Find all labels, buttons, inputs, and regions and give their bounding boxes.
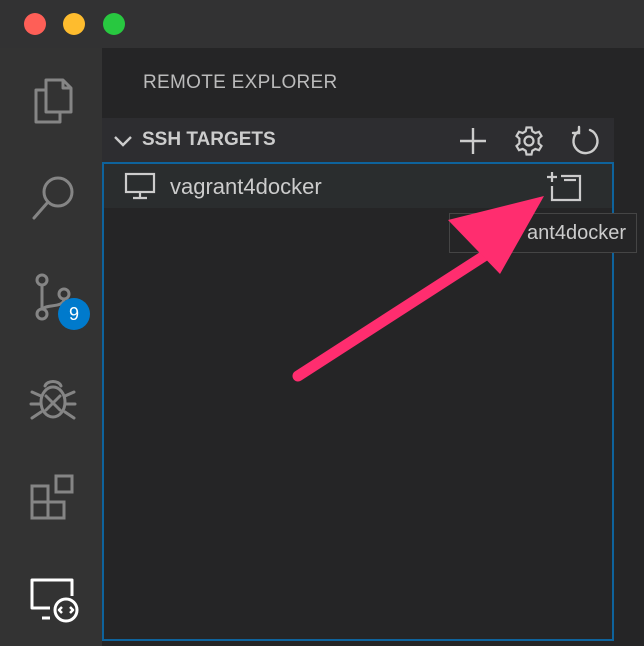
ssh-target-label: vagrant4docker bbox=[170, 174, 322, 199]
files-icon[interactable] bbox=[26, 72, 80, 126]
sidebar: REMOTE EXPLORER SSH TARGETS vagrant4dock… bbox=[102, 48, 644, 646]
maximize-window-button[interactable] bbox=[103, 13, 125, 35]
monitor-icon bbox=[124, 172, 156, 200]
title-bar bbox=[0, 0, 644, 48]
section-label: SSH TARGETS bbox=[142, 129, 276, 150]
bug-icon[interactable] bbox=[26, 372, 80, 426]
gear-icon[interactable] bbox=[512, 124, 546, 158]
minimize-window-button[interactable] bbox=[63, 13, 85, 35]
ssh-targets-section-header[interactable]: SSH TARGETS bbox=[102, 118, 614, 162]
activity-bar bbox=[0, 48, 102, 646]
extensions-icon[interactable] bbox=[26, 472, 80, 526]
chevron-down-icon bbox=[114, 136, 132, 147]
search-icon[interactable] bbox=[26, 172, 80, 226]
remote-explorer-icon[interactable] bbox=[26, 572, 80, 626]
ssh-target-item[interactable]: vagrant4docker bbox=[104, 164, 612, 208]
add-icon[interactable] bbox=[456, 124, 490, 158]
close-window-button[interactable] bbox=[24, 13, 46, 35]
open-in-new-window-icon[interactable] bbox=[546, 170, 582, 204]
source-control-badge: 9 bbox=[58, 298, 90, 330]
sidebar-title: REMOTE EXPLORER bbox=[143, 72, 338, 93]
tooltip: ant4docker bbox=[449, 213, 637, 253]
refresh-icon[interactable] bbox=[568, 124, 602, 158]
